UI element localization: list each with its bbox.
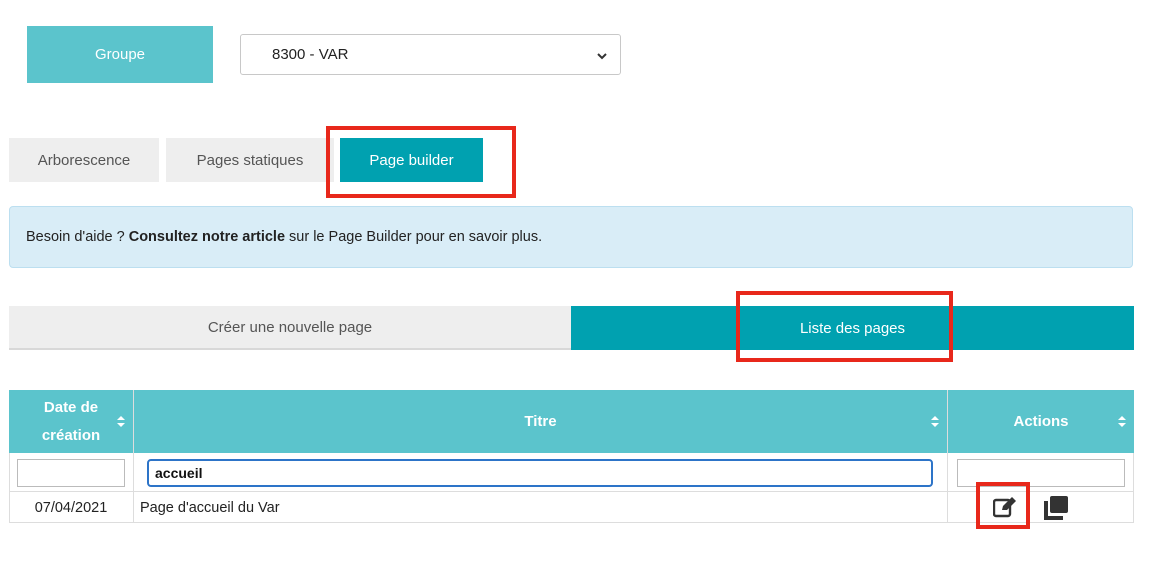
alert-suffix: sur le Page Builder pour en savoir plus.	[289, 229, 543, 245]
sort-icon[interactable]	[931, 416, 939, 427]
alert-article-link[interactable]: Consultez notre article	[129, 229, 285, 245]
column-header-actions-text: Actions	[1013, 413, 1069, 430]
tab-arborescence-label: Arborescence	[37, 151, 131, 169]
sort-icon[interactable]	[117, 416, 125, 427]
cell-titre: Page d'accueil du Var	[140, 499, 280, 516]
column-header-titre-text: Titre	[524, 413, 557, 430]
column-header-titre[interactable]: Titre	[134, 390, 947, 453]
tab-creer-nouvelle-page[interactable]: Créer une nouvelle page	[9, 306, 571, 350]
header-date-line2: création	[41, 426, 101, 444]
highlight-box-edit	[976, 482, 1030, 529]
filter-date-input[interactable]	[17, 459, 125, 487]
groupe-select[interactable]: 8300 - VAR	[240, 34, 621, 75]
column-divider	[133, 390, 134, 523]
header-date-line1: Date de	[43, 398, 99, 416]
tab-creer-label: Créer une nouvelle page	[207, 318, 373, 336]
column-header-date[interactable]: Date de création	[9, 390, 133, 453]
highlight-box-liste-des-pages	[736, 291, 953, 362]
filter-titre-input[interactable]: accueil	[147, 459, 933, 487]
groupe-label-text: Groupe	[94, 46, 146, 63]
groupe-select-value: 8300 - VAR	[272, 46, 349, 63]
help-alert: Besoin d'aide ? Consultez notre article …	[9, 206, 1133, 268]
tab-pages-statiques-label: Pages statiques	[196, 151, 304, 169]
tab-arborescence[interactable]: Arborescence	[9, 138, 159, 182]
alert-prefix: Besoin d'aide ?	[26, 229, 125, 245]
cell-date: 07/04/2021	[34, 499, 108, 516]
copy-icon[interactable]	[1043, 496, 1069, 520]
column-header-actions[interactable]: Actions	[948, 390, 1134, 453]
column-divider	[947, 390, 948, 523]
tab-pages-statiques[interactable]: Pages statiques	[166, 138, 334, 182]
sort-icon[interactable]	[1118, 416, 1126, 427]
highlight-box-page-builder	[326, 126, 516, 198]
chevron-down-icon	[596, 49, 608, 61]
groupe-label: Groupe	[27, 26, 213, 83]
column-header-date-text: Date de création	[42, 394, 100, 450]
